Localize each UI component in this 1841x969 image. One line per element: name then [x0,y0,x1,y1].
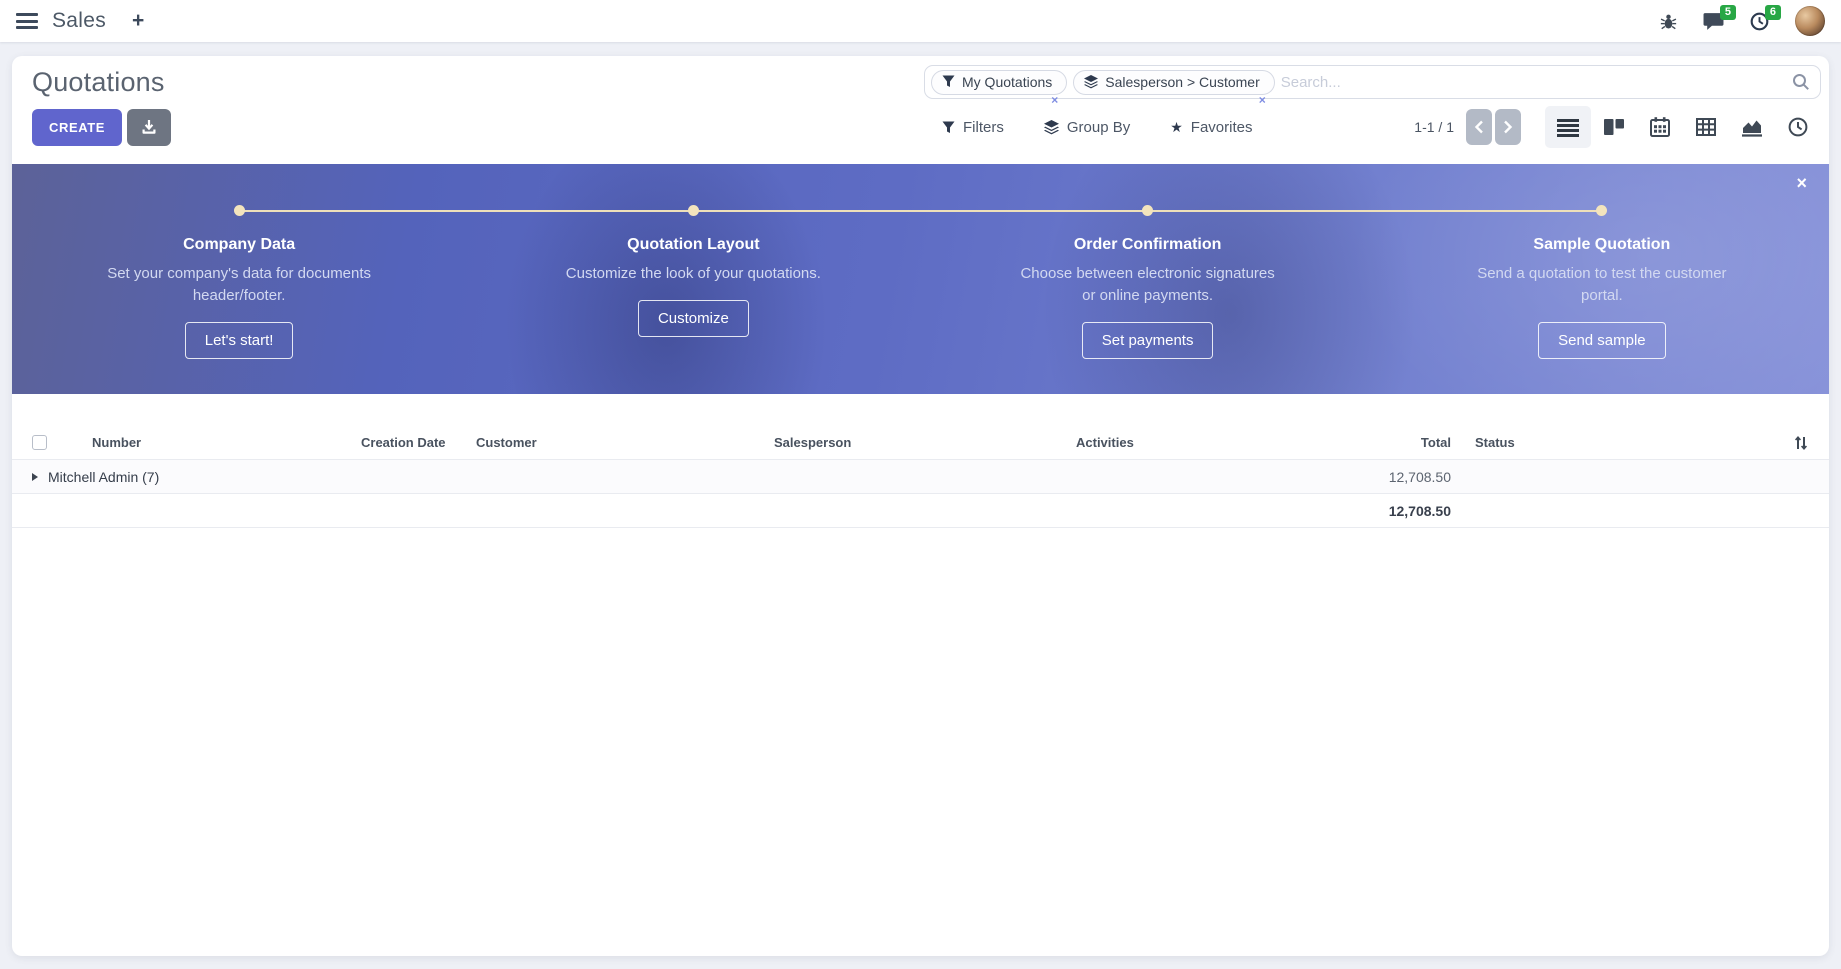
layers-icon [1084,75,1098,89]
view-kanban-button[interactable] [1591,106,1637,148]
pager-previous-button[interactable] [1466,109,1492,145]
search-facet-my-quotations[interactable]: My Quotations × [931,70,1067,95]
step-title: Company Data [12,236,466,254]
step-dot [1142,205,1153,216]
onboarding-step-company-data: Company Data Set your company's data for… [12,164,466,394]
quotations-list: Number Creation Date Customer Salesperso… [12,426,1829,528]
layers-icon [1044,120,1059,135]
column-header-status[interactable]: Status [1451,435,1773,450]
user-avatar[interactable] [1795,6,1825,36]
column-header-total[interactable]: Total [1319,435,1451,450]
search-bar[interactable]: My Quotations × Salesperson > Customer × [924,65,1821,99]
search-input[interactable] [1281,74,1792,91]
pager-next-button[interactable] [1495,109,1521,145]
messages-badge: 5 [1720,5,1736,20]
search-facet-groupby[interactable]: Salesperson > Customer × [1073,70,1274,95]
view-switcher [1545,106,1821,148]
chevron-right-icon [1503,120,1513,134]
top-navbar: Sales + 5 6 [0,0,1841,42]
view-activity-button[interactable] [1775,106,1821,148]
customize-button[interactable]: Customize [638,300,749,337]
onboarding-step-quotation-layout: Quotation Layout Customize the look of y… [466,164,920,394]
step-dot [688,205,699,216]
column-header-creation-date[interactable]: Creation Date [361,435,476,450]
onboarding-step-sample-quotation: Sample Quotation Send a quotation to tes… [1375,164,1829,394]
graph-view-icon [1741,116,1763,138]
list-header-row: Number Creation Date Customer Salesperso… [12,426,1829,460]
favorites-menu[interactable]: ★ Favorites [1170,119,1252,136]
filter-icon [942,121,955,134]
page-title: Quotations [32,65,165,98]
filters-menu[interactable]: Filters [942,119,1004,136]
plus-icon[interactable]: + [132,9,144,33]
content-card: Quotations My Quotations × Salesperson >… [12,56,1829,956]
star-icon: ★ [1170,120,1183,134]
group-row-mitchell-admin[interactable]: Mitchell Admin (7) 12,708.50 [12,460,1829,494]
send-sample-button[interactable]: Send sample [1538,322,1666,359]
step-description: Customize the look of your quotations. [561,263,825,285]
column-header-salesperson[interactable]: Salesperson [774,435,1076,450]
list-view-icon [1557,116,1579,138]
footer-total: 12,708.50 [1319,503,1451,519]
facet-remove-icon[interactable]: × [1259,93,1266,107]
filter-icon [942,75,955,88]
pivot-view-icon [1695,116,1717,138]
step-title: Sample Quotation [1375,236,1829,254]
select-all-checkbox[interactable] [32,435,47,450]
filters-label: Filters [963,119,1004,136]
step-title: Order Confirmation [921,236,1375,254]
group-by-menu[interactable]: Group By [1044,119,1130,136]
column-header-activities[interactable]: Activities [1076,435,1319,450]
onboarding-step-order-confirmation: Order Confirmation Choose between electr… [921,164,1375,394]
group-by-label: Group By [1067,119,1130,136]
view-calendar-button[interactable] [1637,106,1683,148]
messages-icon[interactable]: 5 [1703,12,1724,31]
step-description: Choose between electronic signatures or … [1016,263,1280,307]
onboarding-banner: × Company Data Set your company's data f… [12,164,1829,394]
group-label: Mitchell Admin (7) [48,469,159,485]
export-button[interactable] [127,109,171,146]
view-graph-button[interactable] [1729,106,1775,148]
calendar-view-icon [1649,116,1671,138]
activity-view-icon [1787,116,1809,138]
column-header-number[interactable]: Number [80,435,361,450]
caret-right-icon [32,473,38,481]
step-description: Send a quotation to test the customer po… [1470,263,1734,307]
step-title: Quotation Layout [466,236,920,254]
set-payments-button[interactable]: Set payments [1082,322,1214,359]
apps-menu-icon[interactable] [16,13,38,29]
view-list-button[interactable] [1545,106,1591,148]
chevron-left-icon [1474,120,1484,134]
favorites-label: Favorites [1191,119,1253,136]
lets-start-button[interactable]: Let's start! [185,322,294,359]
download-icon [141,119,157,135]
list-footer-row: 12,708.50 [12,494,1829,528]
pager-counter: 1-1 / 1 [1414,119,1454,135]
activities-clock-icon[interactable]: 6 [1750,12,1769,31]
facet-remove-icon[interactable]: × [1051,93,1058,107]
column-header-customer[interactable]: Customer [476,435,774,450]
debug-bug-icon[interactable] [1660,13,1677,30]
kanban-view-icon [1603,116,1625,138]
facet-label: My Quotations [962,74,1052,90]
create-button[interactable]: CREATE [32,109,122,146]
step-dot [234,205,245,216]
step-dot [1596,205,1607,216]
app-name[interactable]: Sales [52,9,106,33]
activities-badge: 6 [1765,5,1781,20]
group-total: 12,708.50 [1319,469,1451,485]
optional-columns-icon[interactable] [1773,435,1829,451]
step-description: Set your company's data for documents he… [107,263,371,307]
facet-label: Salesperson > Customer [1105,74,1259,90]
view-pivot-button[interactable] [1683,106,1729,148]
search-icon[interactable] [1792,73,1810,91]
